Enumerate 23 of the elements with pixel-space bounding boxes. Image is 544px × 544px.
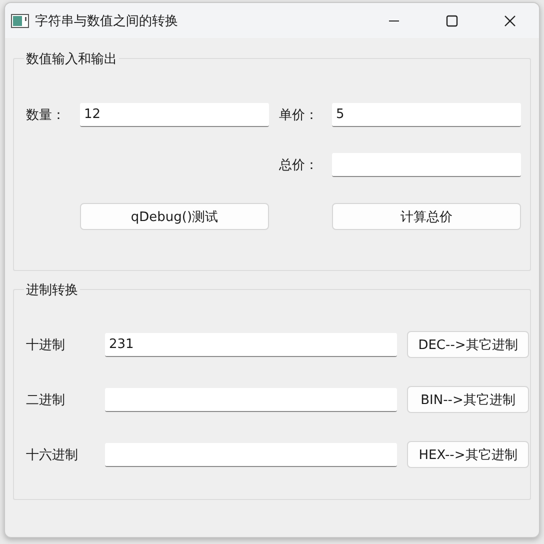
- debug-button[interactable]: qDebug()测试: [80, 203, 269, 230]
- field-label: 二进制: [26, 392, 66, 408]
- convert-button[interactable]: BIN-->其它进制: [407, 386, 529, 413]
- input-field[interactable]: [105, 388, 397, 412]
- field-label: 十进制: [26, 336, 66, 354]
- app-icon: [11, 14, 29, 28]
- window-title: 字符串与数值之间的转换: [35, 12, 179, 30]
- input-field[interactable]: 12: [80, 103, 269, 127]
- input-field[interactable]: 231: [105, 332, 397, 356]
- group-title: 进制转换: [24, 281, 80, 299]
- maximize-icon: [446, 14, 458, 26]
- group-title: 数值输入和输出: [24, 50, 119, 68]
- field-label: 总价：: [279, 157, 319, 174]
- input-field[interactable]: 5: [332, 103, 521, 127]
- convert-button[interactable]: HEX-->其它进制: [407, 441, 529, 468]
- input-field[interactable]: [105, 442, 397, 466]
- field-label: 单价：: [279, 107, 319, 124]
- calculate-button[interactable]: 计算总价: [332, 203, 521, 230]
- field-label: 十六进制: [26, 446, 79, 464]
- convert-button[interactable]: DEC-->其它进制: [407, 331, 529, 358]
- input-field[interactable]: [332, 153, 521, 177]
- close-icon: [504, 14, 516, 26]
- field-label: 数量：: [26, 107, 66, 124]
